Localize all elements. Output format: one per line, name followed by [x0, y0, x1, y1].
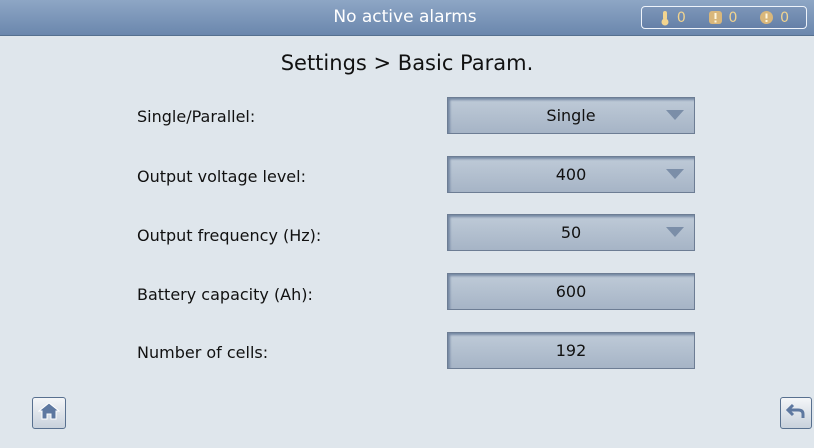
alarm-counter[interactable]: 0 0 0	[641, 6, 807, 29]
output-voltage-level-value: 400	[555, 165, 587, 184]
single-parallel-dropdown[interactable]: Single	[447, 97, 695, 134]
home-icon	[37, 401, 61, 425]
minor-alarm-count: 0	[780, 9, 790, 26]
number-of-cells-field[interactable]: 192	[447, 332, 695, 369]
thermometer-alarm-icon	[659, 10, 671, 26]
single-parallel-value: Single	[546, 106, 596, 125]
major-alarm-group[interactable]: 0	[708, 9, 738, 26]
battery-capacity-field[interactable]: 600	[447, 273, 695, 310]
warning-circle-icon	[759, 10, 774, 25]
page-title: Settings > Basic Param.	[280, 51, 534, 75]
dropdown-arrow-icon	[666, 110, 684, 120]
output-frequency-dropdown[interactable]: 50	[447, 214, 695, 251]
major-alarm-count: 0	[728, 9, 738, 26]
battery-capacity-value: 600	[555, 282, 587, 301]
home-button[interactable]	[32, 397, 66, 429]
dropdown-arrow-icon	[666, 227, 684, 237]
back-button[interactable]	[780, 397, 812, 429]
warning-square-icon	[708, 10, 723, 25]
critical-alarm-group[interactable]: 0	[659, 10, 686, 26]
dropdown-arrow-icon	[666, 169, 684, 179]
output-frequency-value: 50	[560, 223, 582, 242]
single-parallel-label: Single/Parallel:	[137, 107, 256, 126]
minor-alarm-group[interactable]: 0	[759, 10, 789, 26]
battery-capacity-label: Battery capacity (Ah):	[137, 285, 313, 304]
number-of-cells-value: 192	[555, 341, 587, 360]
back-arrow-icon	[785, 402, 806, 424]
output-frequency-label: Output frequency (Hz):	[137, 226, 322, 245]
output-voltage-level-label: Output voltage level:	[137, 167, 306, 186]
output-voltage-level-dropdown[interactable]: 400	[447, 156, 695, 193]
critical-alarm-count: 0	[676, 9, 686, 26]
number-of-cells-label: Number of cells:	[137, 343, 269, 362]
status-bar: No active alarms 0 0 0	[0, 0, 814, 36]
